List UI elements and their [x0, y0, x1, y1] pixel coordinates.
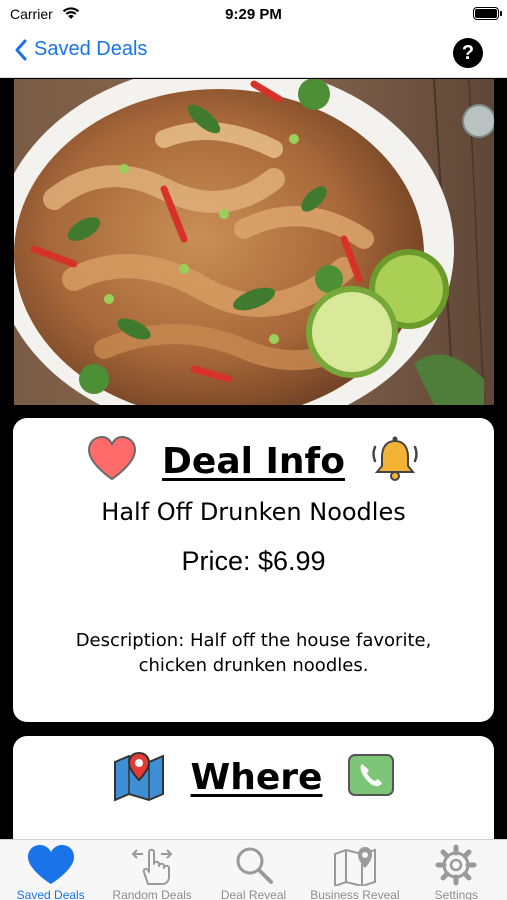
deal-info-card: Deal Info Half Off Drunken Noodles Price…	[13, 418, 494, 722]
where-header: Where	[13, 750, 494, 804]
phone-icon[interactable]	[346, 752, 396, 803]
gear-icon	[435, 844, 477, 886]
deal-info-title: Deal Info	[162, 440, 345, 482]
where-card: Where	[13, 736, 494, 856]
map-pin-icon[interactable]	[111, 748, 167, 807]
tab-saved-deals[interactable]: Saved Deals	[0, 840, 101, 900]
tab-business-reveal[interactable]: Business Reveal	[304, 840, 405, 900]
back-button[interactable]: Saved Deals	[14, 38, 147, 61]
chevron-left-icon	[15, 39, 27, 60]
help-icon: ?	[461, 41, 475, 64]
status-bar: Carrier 9:29 PM	[0, 0, 507, 30]
deal-description: Description: Half off the house favorite…	[75, 630, 432, 676]
tap-hand-icon	[131, 848, 173, 885]
help-button[interactable]: ?	[453, 38, 483, 68]
deal-price: Price: $6.99	[181, 546, 326, 576]
navigation-bar: Saved Deals ?	[0, 30, 507, 78]
tab-random-deals-label: Random Deals	[112, 888, 192, 900]
bell-icon[interactable]	[369, 433, 421, 490]
tab-settings-label: Settings	[434, 888, 478, 900]
tab-deal-reveal[interactable]: Deal Reveal	[203, 840, 304, 900]
tab-random-deals[interactable]: Random Deals	[101, 840, 202, 900]
deal-photo	[14, 79, 494, 405]
tab-deal-reveal-label: Deal Reveal	[220, 888, 287, 900]
deal-name: Half Off Drunken Noodles	[101, 498, 406, 526]
where-title: Where	[190, 756, 323, 798]
heart-icon[interactable]	[86, 435, 138, 488]
clock-label: 9:29 PM	[225, 6, 282, 23]
back-button-label: Saved Deals	[34, 38, 148, 60]
magnifier-icon	[236, 847, 273, 884]
tab-bar: Saved Deals Random Deals Deal Reveal Bus…	[0, 839, 507, 900]
heart-icon	[27, 845, 74, 884]
tab-business-reveal-label: Business Reveal	[310, 888, 400, 900]
battery-icon	[473, 7, 502, 20]
map-pin-icon	[333, 847, 376, 886]
tab-saved-deals-label: Saved Deals	[16, 888, 85, 900]
deal-info-header: Deal Info	[13, 434, 494, 488]
tab-settings[interactable]: Settings	[406, 840, 507, 900]
